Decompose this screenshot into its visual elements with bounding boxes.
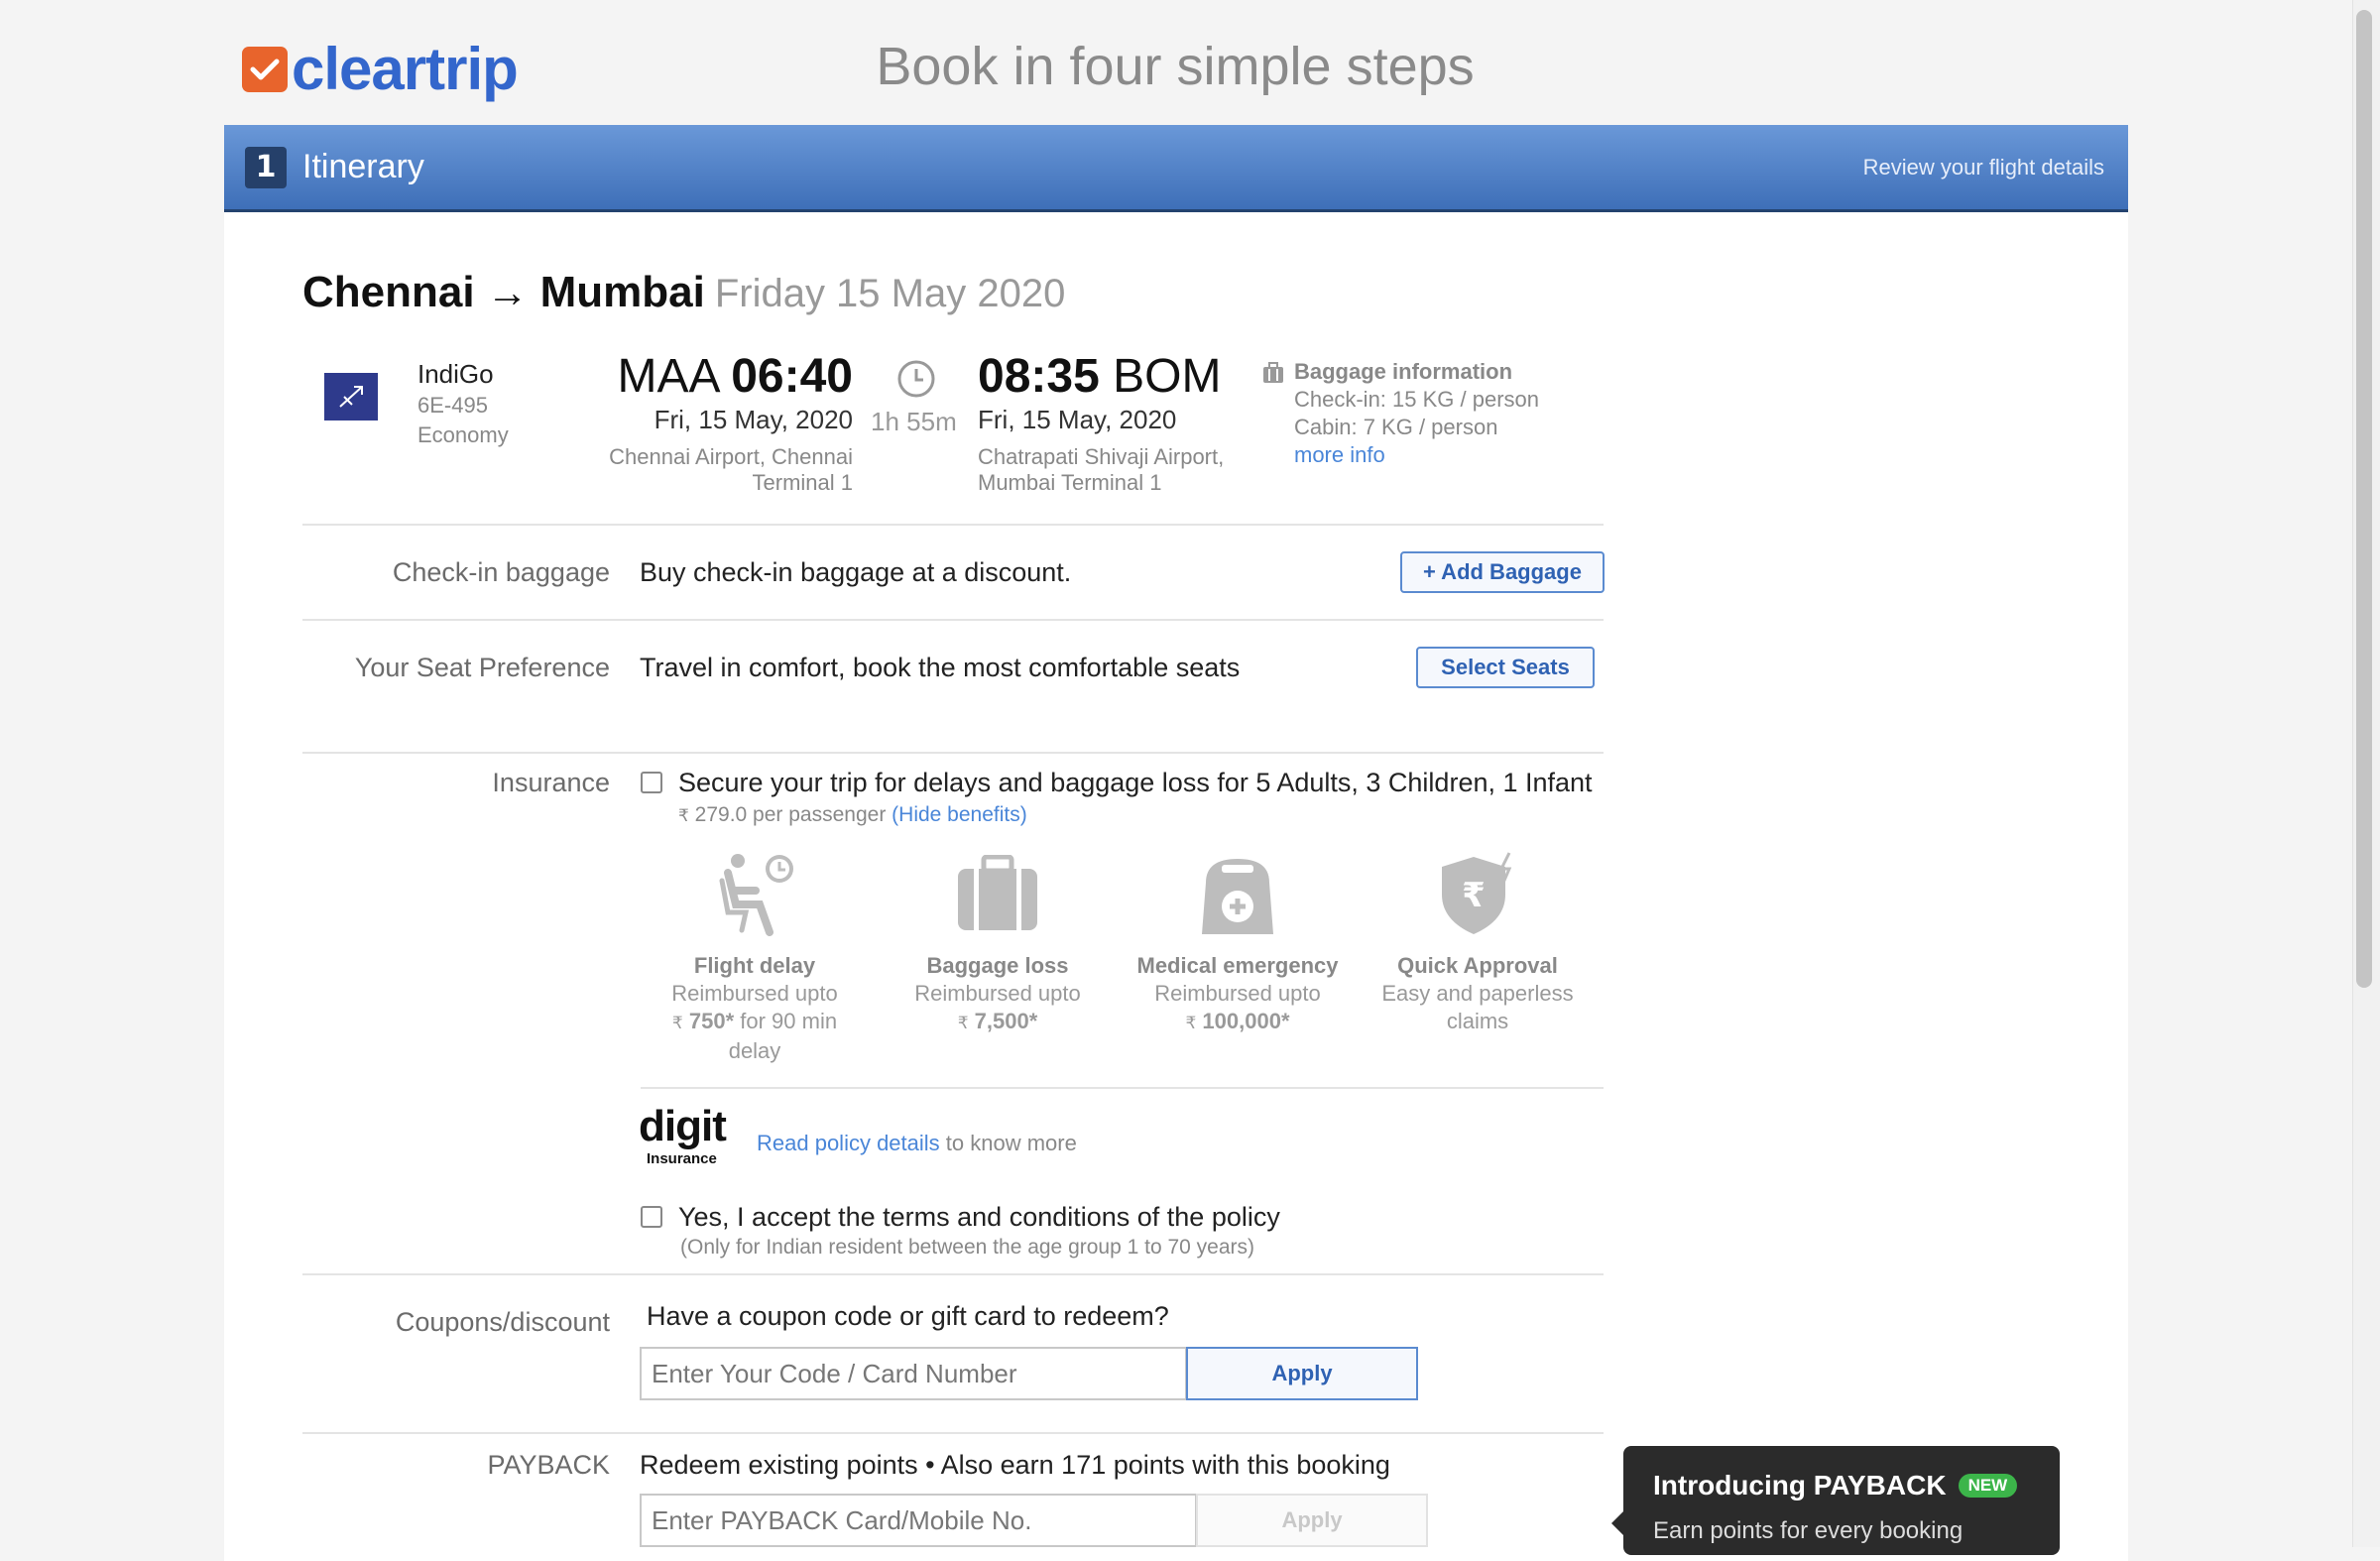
clock-icon	[896, 359, 936, 403]
new-badge: NEW	[1958, 1474, 2018, 1498]
payback-text: Redeem existing points • Also earn 171 p…	[640, 1450, 1390, 1480]
arrow-right-icon: →	[486, 269, 529, 315]
divider	[641, 1087, 1604, 1089]
hide-benefits-link[interactable]: (Hide benefits)	[892, 803, 1027, 826]
arrival-date: Fri, 15 May, 2020	[978, 405, 1177, 434]
route-title: Chennai → Mumbai Friday 15 May 2020	[302, 268, 1065, 317]
benefit-baggage-loss: Baggage loss Reimbursed upto ₹ 7,500*	[914, 953, 1081, 1033]
coupon-prompt: Have a coupon code or gift card to redee…	[647, 1301, 1169, 1331]
departure-airport: Chennai Airport, Chennai	[609, 444, 853, 469]
seat-preference-label: Your Seat Preference	[354, 653, 610, 682]
baggage-checkin: Check-in: 15 KG / person	[1294, 387, 1540, 412]
tooltip-header: Introducing PAYBACK NEW	[1653, 1470, 2018, 1501]
add-baggage-button[interactable]: + Add Baggage	[1400, 551, 1605, 593]
baggage-loss-icon	[879, 855, 1117, 932]
step-number: 1	[245, 146, 287, 188]
airline-name: IndiGo	[417, 359, 494, 389]
seat-preference-text: Travel in comfort, book the most comfort…	[640, 653, 1241, 682]
rupee-icon: ₹	[678, 806, 689, 825]
terms-checkbox[interactable]	[641, 1206, 662, 1228]
terms-note: (Only for Indian resident between the ag…	[680, 1236, 1255, 1259]
destination-city: Mumbai	[539, 268, 705, 316]
baggage-more-info-link[interactable]: more info	[1294, 442, 1385, 468]
quick-approval-icon: ₹	[1359, 851, 1597, 936]
payback-label: PAYBACK	[487, 1450, 610, 1480]
travel-date: Friday 15 May 2020	[714, 272, 1066, 315]
svg-text:₹: ₹	[1462, 876, 1486, 915]
baggage-cabin: Cabin: 7 KG / person	[1294, 415, 1498, 439]
arrival-airport: Chatrapati Shivaji Airport,	[978, 444, 1225, 469]
insurance-label: Insurance	[492, 768, 610, 797]
tooltip-title: Introducing PAYBACK	[1653, 1470, 1947, 1501]
policy-details-row: Read policy details to know more	[757, 1131, 1077, 1155]
page-headline: Book in four simple steps	[876, 37, 1475, 96]
benefit-medical-emergency: Medical emergency Reimbursed upto ₹ 100,…	[1136, 953, 1339, 1033]
payback-input[interactable]: Enter PAYBACK Card/Mobile No.	[640, 1494, 1197, 1547]
payback-apply-button[interactable]: Apply	[1196, 1494, 1428, 1547]
airline-logo-icon	[324, 373, 378, 420]
divider	[302, 619, 1604, 621]
medical-emergency-icon	[1119, 853, 1357, 936]
step-title: Itinerary	[302, 148, 424, 185]
arrival-time: 08:35 BOM	[978, 350, 1222, 403]
flight-delay-icon	[636, 851, 874, 936]
digit-logo-subtitle: Insurance	[647, 1150, 717, 1167]
baggage-info-title: Baggage information	[1294, 359, 1513, 384]
terms-text: Yes, I accept the terms and conditions o…	[678, 1202, 1280, 1232]
divider	[302, 524, 1604, 526]
divider	[302, 1273, 1604, 1275]
payback-tooltip[interactable]: Introducing PAYBACK NEW Earn points for …	[1611, 1446, 2060, 1555]
divider	[302, 1432, 1604, 1434]
departure-time: MAA 06:40	[617, 350, 853, 403]
departure-date: Fri, 15 May, 2020	[654, 405, 853, 434]
coupon-input[interactable]: Enter Your Code / Card Number	[640, 1347, 1187, 1400]
departure-terminal: Terminal 1	[752, 470, 853, 495]
step-hint: Review your flight details	[1862, 154, 2104, 180]
flight-code: 6E-495	[417, 393, 488, 418]
step-bar: 1 Itinerary Review your flight details	[224, 125, 2128, 212]
select-seats-button[interactable]: Select Seats	[1416, 647, 1595, 688]
insurance-price: ₹ 279.0 per passenger (Hide benefits)	[678, 803, 1027, 826]
divider	[302, 752, 1604, 754]
benefit-quick-approval: Quick Approval Easy and paperless claims	[1381, 953, 1574, 1033]
scrollbar-thumb[interactable]	[2356, 10, 2372, 988]
checkin-baggage-text: Buy check-in baggage at a discount.	[640, 557, 1072, 587]
cabin-class: Economy	[417, 422, 509, 447]
insurance-checkbox[interactable]	[641, 772, 662, 793]
insurance-offer-text: Secure your trip for delays and baggage …	[678, 768, 1593, 797]
luggage-icon	[1261, 361, 1285, 389]
origin-city: Chennai	[302, 268, 475, 316]
digit-logo: digit	[639, 1102, 727, 1150]
tooltip-pointer	[1611, 1511, 1623, 1535]
checkin-baggage-label: Check-in baggage	[392, 557, 610, 587]
benefit-flight-delay: Flight delay Reimbursed upto ₹ 750* for …	[671, 953, 838, 1063]
tooltip-text: Earn points for every booking	[1653, 1517, 1964, 1544]
flight-duration: 1h 55m	[871, 407, 957, 436]
read-policy-link[interactable]: Read policy details	[757, 1131, 940, 1155]
arrival-terminal: Mumbai Terminal 1	[978, 470, 1162, 495]
coupon-apply-button[interactable]: Apply	[1186, 1347, 1418, 1400]
coupons-label: Coupons/discount	[395, 1307, 610, 1337]
